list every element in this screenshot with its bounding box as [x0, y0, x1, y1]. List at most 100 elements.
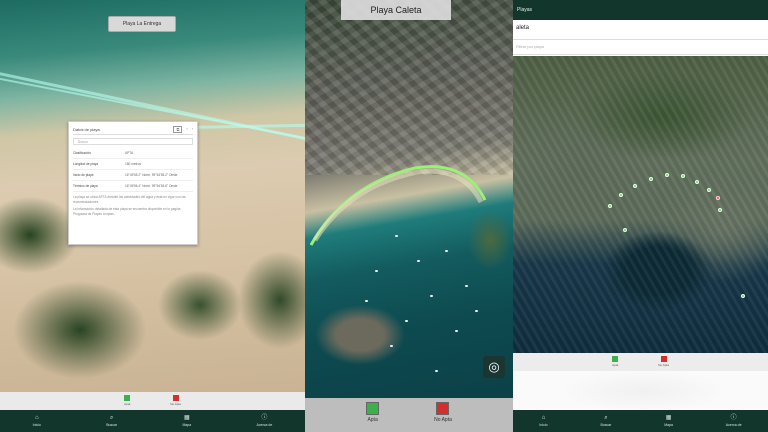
legend: Apta No Apta [513, 353, 768, 371]
legend-no-apta: No Apta [434, 398, 452, 432]
green-swatch-icon [124, 395, 131, 401]
row-value: 180 metros [125, 162, 141, 166]
beach-marker[interactable] [608, 204, 612, 208]
popup-note: La playa se ubica APTA durante las activ… [73, 195, 186, 204]
beach-info-popup: Datos de playa ⧉ ‹ › Buscar Clasificació… [68, 121, 198, 245]
row-value: 16°49'56.4" Norte, 99°54'54.6" Oeste [125, 184, 178, 188]
map-icon: ▦ [665, 415, 672, 421]
legend-label: No Apta [658, 363, 669, 367]
nav-item-acerca[interactable]: ⓘ Acerca de [726, 415, 742, 427]
screen-beach-map: Playa Caleta ◎ Apta No Apta [305, 0, 513, 432]
legend-apta: Apta [612, 353, 618, 371]
search-icon: ⌕ [109, 415, 114, 421]
popup-note: La información detallada de esta playa s… [73, 207, 181, 216]
table-row: Término de playa 16°49'56.4" Norte, 99°5… [73, 181, 193, 192]
filter-input[interactable]: Filtrar por playa [513, 40, 768, 55]
nav-item-mapa[interactable]: ▦ Mapa [664, 415, 673, 427]
legend-label: Apta [124, 402, 131, 406]
row-key: Clasificación [73, 151, 91, 155]
legend-label: No Apta [434, 417, 452, 423]
red-swatch-icon [660, 356, 667, 362]
nav-label: Acerca de [256, 423, 273, 427]
row-key: Inicio de playa [73, 173, 94, 177]
beach-marker[interactable] [665, 173, 669, 177]
popup-header: Datos de playa ⧉ ‹ › [73, 125, 193, 135]
beach-name-button[interactable]: Playa La Entrega [108, 16, 176, 32]
nav-label: Buscar [600, 423, 612, 427]
chevron-left-icon[interactable]: ‹ [186, 126, 187, 133]
green-swatch-icon [366, 402, 380, 415]
beach-marker[interactable] [649, 177, 653, 181]
nav-label: Inicio [32, 423, 41, 427]
nav-item-inicio[interactable]: ⌂ Inicio [33, 415, 41, 427]
screen-beach-detail: Playa La Entrega Datos de playa ⧉ ‹ › Bu… [0, 0, 305, 432]
search-icon: ⌕ [604, 415, 608, 421]
empty-area [513, 371, 768, 410]
table-row: Clasificación APTA [73, 148, 193, 159]
beach-marker[interactable] [619, 193, 623, 197]
boat [417, 260, 420, 262]
boat [390, 345, 393, 347]
row-value: 16°49'55.2" Norte, 99°54'55.2" Oeste [125, 173, 178, 177]
popup-search-input[interactable]: Buscar [73, 138, 193, 145]
chevron-right-icon[interactable]: › [192, 126, 193, 133]
beach-marker[interactable] [623, 228, 627, 232]
legend-label: No Apta [170, 402, 181, 406]
legend-label: Apta [367, 417, 378, 423]
popup-title: Datos de playa [73, 127, 100, 132]
legend-label: Apta [612, 363, 619, 367]
red-swatch-icon [436, 402, 450, 415]
bottom-nav: ⌂ Inicio ⌕ Buscar ▦ Mapa ⓘ Acerca de [0, 410, 305, 432]
screen-beach-list: Playas aleta Filtrar por playa Apta No A… [513, 0, 768, 432]
popup-tools: ⧉ ‹ › [173, 126, 193, 133]
beach-marker[interactable] [741, 294, 745, 298]
nav-item-mapa[interactable]: ▦ Mapa [182, 415, 191, 427]
nav-item-buscar[interactable]: ⌕ Buscar [106, 415, 117, 427]
home-icon: ⌂ [34, 415, 39, 421]
legend: Apta No Apta [0, 392, 305, 410]
boat [435, 370, 438, 372]
nav-label: Buscar [106, 423, 118, 427]
nav-item-buscar[interactable]: ⌕ Buscar [600, 415, 611, 427]
search-input[interactable]: aleta [513, 20, 768, 40]
info-icon: ⓘ [730, 415, 737, 421]
locate-me-icon[interactable]: ◎ [483, 356, 505, 378]
boat [365, 300, 368, 302]
boat [445, 250, 448, 252]
beach-title-button[interactable]: Playa Caleta [341, 0, 451, 20]
bottom-nav: ⌂ Inicio ⌕ Buscar ▦ Mapa ⓘ Acerca de [513, 410, 768, 432]
dock-icon[interactable]: ⧉ [173, 126, 183, 133]
boat [455, 330, 458, 332]
legend-apta: Apta [366, 398, 380, 432]
page-title: Playas [513, 0, 768, 20]
nav-item-acerca[interactable]: ⓘ Acerca de [257, 415, 273, 427]
legend-apta: Apta [124, 392, 130, 406]
map-icon: ▦ [183, 415, 190, 421]
home-icon: ⌂ [541, 415, 546, 421]
nav-item-inicio[interactable]: ⌂ Inicio [539, 415, 547, 427]
nav-label: Mapa [182, 423, 192, 427]
satellite-map[interactable] [513, 56, 768, 353]
beach-line [184, 123, 305, 129]
boat [430, 295, 433, 297]
row-value: APTA [125, 151, 134, 155]
beach-marker[interactable] [718, 208, 722, 212]
beach-marker[interactable] [707, 188, 711, 192]
green-swatch-icon [612, 356, 619, 362]
boat [375, 270, 378, 272]
info-icon: ⓘ [261, 415, 268, 421]
boat [405, 320, 408, 322]
row-key: Longitud de playa [73, 162, 99, 166]
legend: Apta No Apta [305, 398, 513, 432]
table-row: Longitud de playa 180 metros [73, 159, 193, 170]
beach-marker[interactable] [633, 184, 637, 188]
nav-label: Inicio [539, 423, 548, 427]
beach-marker[interactable] [695, 180, 699, 184]
boat [395, 235, 398, 237]
boat [475, 310, 478, 312]
boat [465, 285, 468, 287]
nav-label: Mapa [664, 423, 673, 427]
red-swatch-icon [172, 395, 179, 401]
beach-marker-no-apta[interactable] [716, 196, 720, 200]
beach-marker[interactable] [681, 174, 685, 178]
